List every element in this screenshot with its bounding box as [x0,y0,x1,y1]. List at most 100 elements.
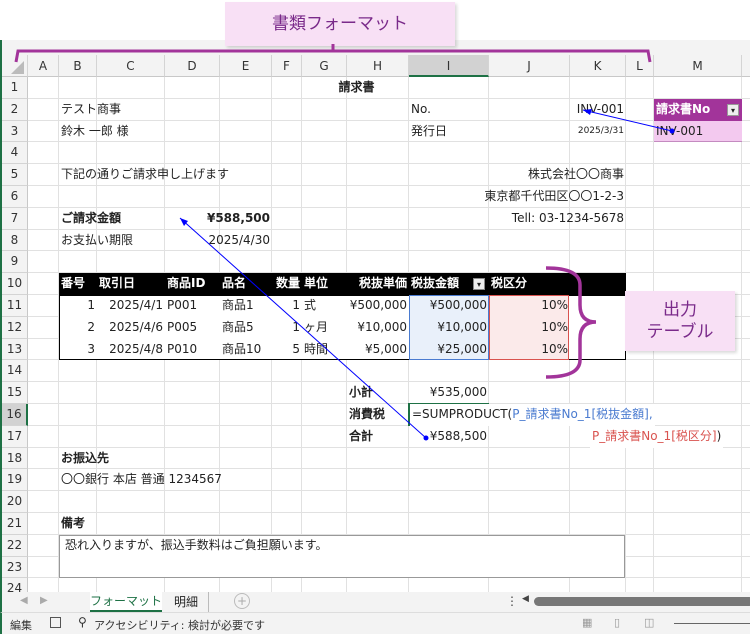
column-header-G[interactable]: G [302,55,347,77]
row-header-21[interactable]: 21 [2,513,28,535]
cell-I17[interactable]: ¥588,500 [409,426,489,448]
row-header-9[interactable]: 9 [2,251,28,274]
cell-K2[interactable]: INV-001 [570,99,626,121]
dropdown-icon[interactable]: ▾ [727,103,739,116]
column-header-K[interactable]: K [570,55,626,77]
column-header-D[interactable]: D [165,55,220,77]
column-header-C[interactable]: C [97,55,165,77]
row-header-12[interactable]: 12 [2,316,28,339]
page-break-icon[interactable]: ◫ [644,616,654,629]
table-cell[interactable]: ¥25,000 [409,339,489,361]
cell-B5[interactable]: 下記の通りご請求申し上げます [59,164,229,186]
row-header-20[interactable]: 20 [2,491,28,513]
row-header-23[interactable]: 23 [2,556,28,579]
row-header-24[interactable]: 24 [2,578,28,592]
row-header-17[interactable]: 17 [2,425,28,448]
row-header-11[interactable]: 11 [2,295,28,317]
sheet-tab-format[interactable]: フォーマット [90,592,162,612]
zoom-slider[interactable] [674,623,750,624]
table-cell[interactable]: 2025/4/6 [97,317,165,339]
cell-I15[interactable]: ¥535,000 [409,382,489,404]
table-cell[interactable]: 1 [59,295,97,317]
table-cell[interactable]: ヶ月 [302,317,347,339]
select-all-icon[interactable] [2,55,28,77]
column-header-F[interactable]: F [272,55,302,77]
cell-D8[interactable]: 2025/4/30 [165,230,272,252]
table-cell[interactable]: P001 [165,295,220,317]
lookup-table-value[interactable]: INV-001 [654,120,742,143]
filter-dropdown-icon[interactable]: ▾ [473,278,485,291]
row-header-1[interactable]: 1 [2,77,28,99]
table-header-8[interactable]: 税区分 [489,273,570,295]
cell-K3[interactable]: 2025/3/31 [570,121,626,143]
row-header-10[interactable]: 10 [2,273,28,295]
formula-editor-line2[interactable]: P_請求書No_1[税区分]) [590,425,724,448]
table-cell[interactable]: 2 [59,317,97,339]
table-header-4[interactable]: 数量 [272,273,302,295]
table-header-3[interactable]: 品名 [220,273,272,295]
macro-record-icon[interactable] [50,617,61,628]
scroll-left-icon[interactable]: ◀ [522,594,529,604]
table-cell[interactable]: ¥500,000 [409,295,489,317]
table-cell[interactable]: 1 [272,317,302,339]
column-header-I[interactable]: I [409,55,489,77]
cell-B21[interactable]: 備考 [59,513,97,535]
table-cell[interactable]: P010 [165,339,220,361]
normal-view-icon[interactable]: ▦ [582,616,592,629]
table-cell[interactable]: 2025/4/8 [97,339,165,361]
cell-K5[interactable]: 株式会社〇〇商事 [347,164,626,186]
row-header-19[interactable]: 19 [2,469,28,492]
page-layout-icon[interactable]: ▯ [614,616,620,629]
cell-K6[interactable]: 東京都千代田区〇〇1-2-3 [347,186,626,208]
cell-I2[interactable]: No. [409,99,489,121]
cell-H17[interactable]: 合計 [347,426,409,448]
row-header-6[interactable]: 6 [2,186,28,208]
table-cell[interactable]: 10% [489,317,570,339]
table-cell[interactable]: 式 [302,295,347,317]
cell-B19[interactable]: 〇〇銀行 本店 普通 1234567 [59,469,222,491]
row-header-4[interactable]: 4 [2,142,28,165]
row-header-18[interactable]: 18 [2,447,28,470]
cell-K7[interactable]: Tell: 03-1234-5678 [347,208,626,230]
column-header-M[interactable]: M [654,55,742,77]
column-header-H[interactable]: H [347,55,409,77]
column-header-J[interactable]: J [489,55,570,77]
column-header-A[interactable]: A [28,55,59,77]
table-header-2[interactable]: 商品ID [165,273,220,295]
table-cell[interactable]: 1 [272,295,302,317]
horizontal-scrollbar[interactable]: ◀ [522,594,750,606]
column-header-L[interactable]: L [626,55,654,77]
row-header-14[interactable]: 14 [2,360,28,383]
cell-B2[interactable]: テスト商事 [59,99,121,121]
row-header-16[interactable]: 16 [2,404,28,426]
cell-B8[interactable]: お支払い期限 [59,230,133,252]
add-sheet-icon[interactable]: + [234,593,250,609]
table-cell[interactable]: ¥500,000 [347,295,409,317]
table-cell[interactable]: 10% [489,339,570,361]
table-cell[interactable]: 商品10 [220,339,272,361]
sheet-tab-detail[interactable]: 明細 [164,592,209,612]
row-header-22[interactable]: 22 [2,534,28,557]
row-header-7[interactable]: 7 [2,207,28,230]
table-header-1[interactable]: 取引日 [97,273,165,295]
cell-H1[interactable]: 請求書 [59,77,654,99]
cell-B22[interactable]: 恐れ入りますが、振込手数料はご負担願います。 [59,535,619,557]
tab-prev-icon[interactable]: ◀ [20,595,28,606]
table-cell[interactable]: 商品1 [220,295,272,317]
column-header-B[interactable]: B [59,55,97,77]
table-header-0[interactable]: 番号 [59,273,97,295]
table-cell[interactable]: 時間 [302,339,347,361]
cell-B18[interactable]: お振込先 [59,448,109,470]
cell-B7[interactable]: ご請求金額 [59,208,121,230]
cell-H16[interactable]: 消費税 [347,404,409,426]
accessibility-status[interactable]: アクセシビリティ: 検討が必要です [94,617,265,633]
row-header-5[interactable]: 5 [2,164,28,186]
table-header-6[interactable]: 税抜単価 [347,273,409,295]
table-cell[interactable]: ¥10,000 [409,317,489,339]
table-cell[interactable]: 3 [59,339,97,361]
table-cell[interactable]: 10% [489,295,570,317]
row-header-8[interactable]: 8 [2,229,28,252]
table-cell[interactable]: 商品5 [220,317,272,339]
scrollbar-thumb[interactable] [534,597,750,606]
table-cell[interactable]: ¥5,000 [347,339,409,361]
